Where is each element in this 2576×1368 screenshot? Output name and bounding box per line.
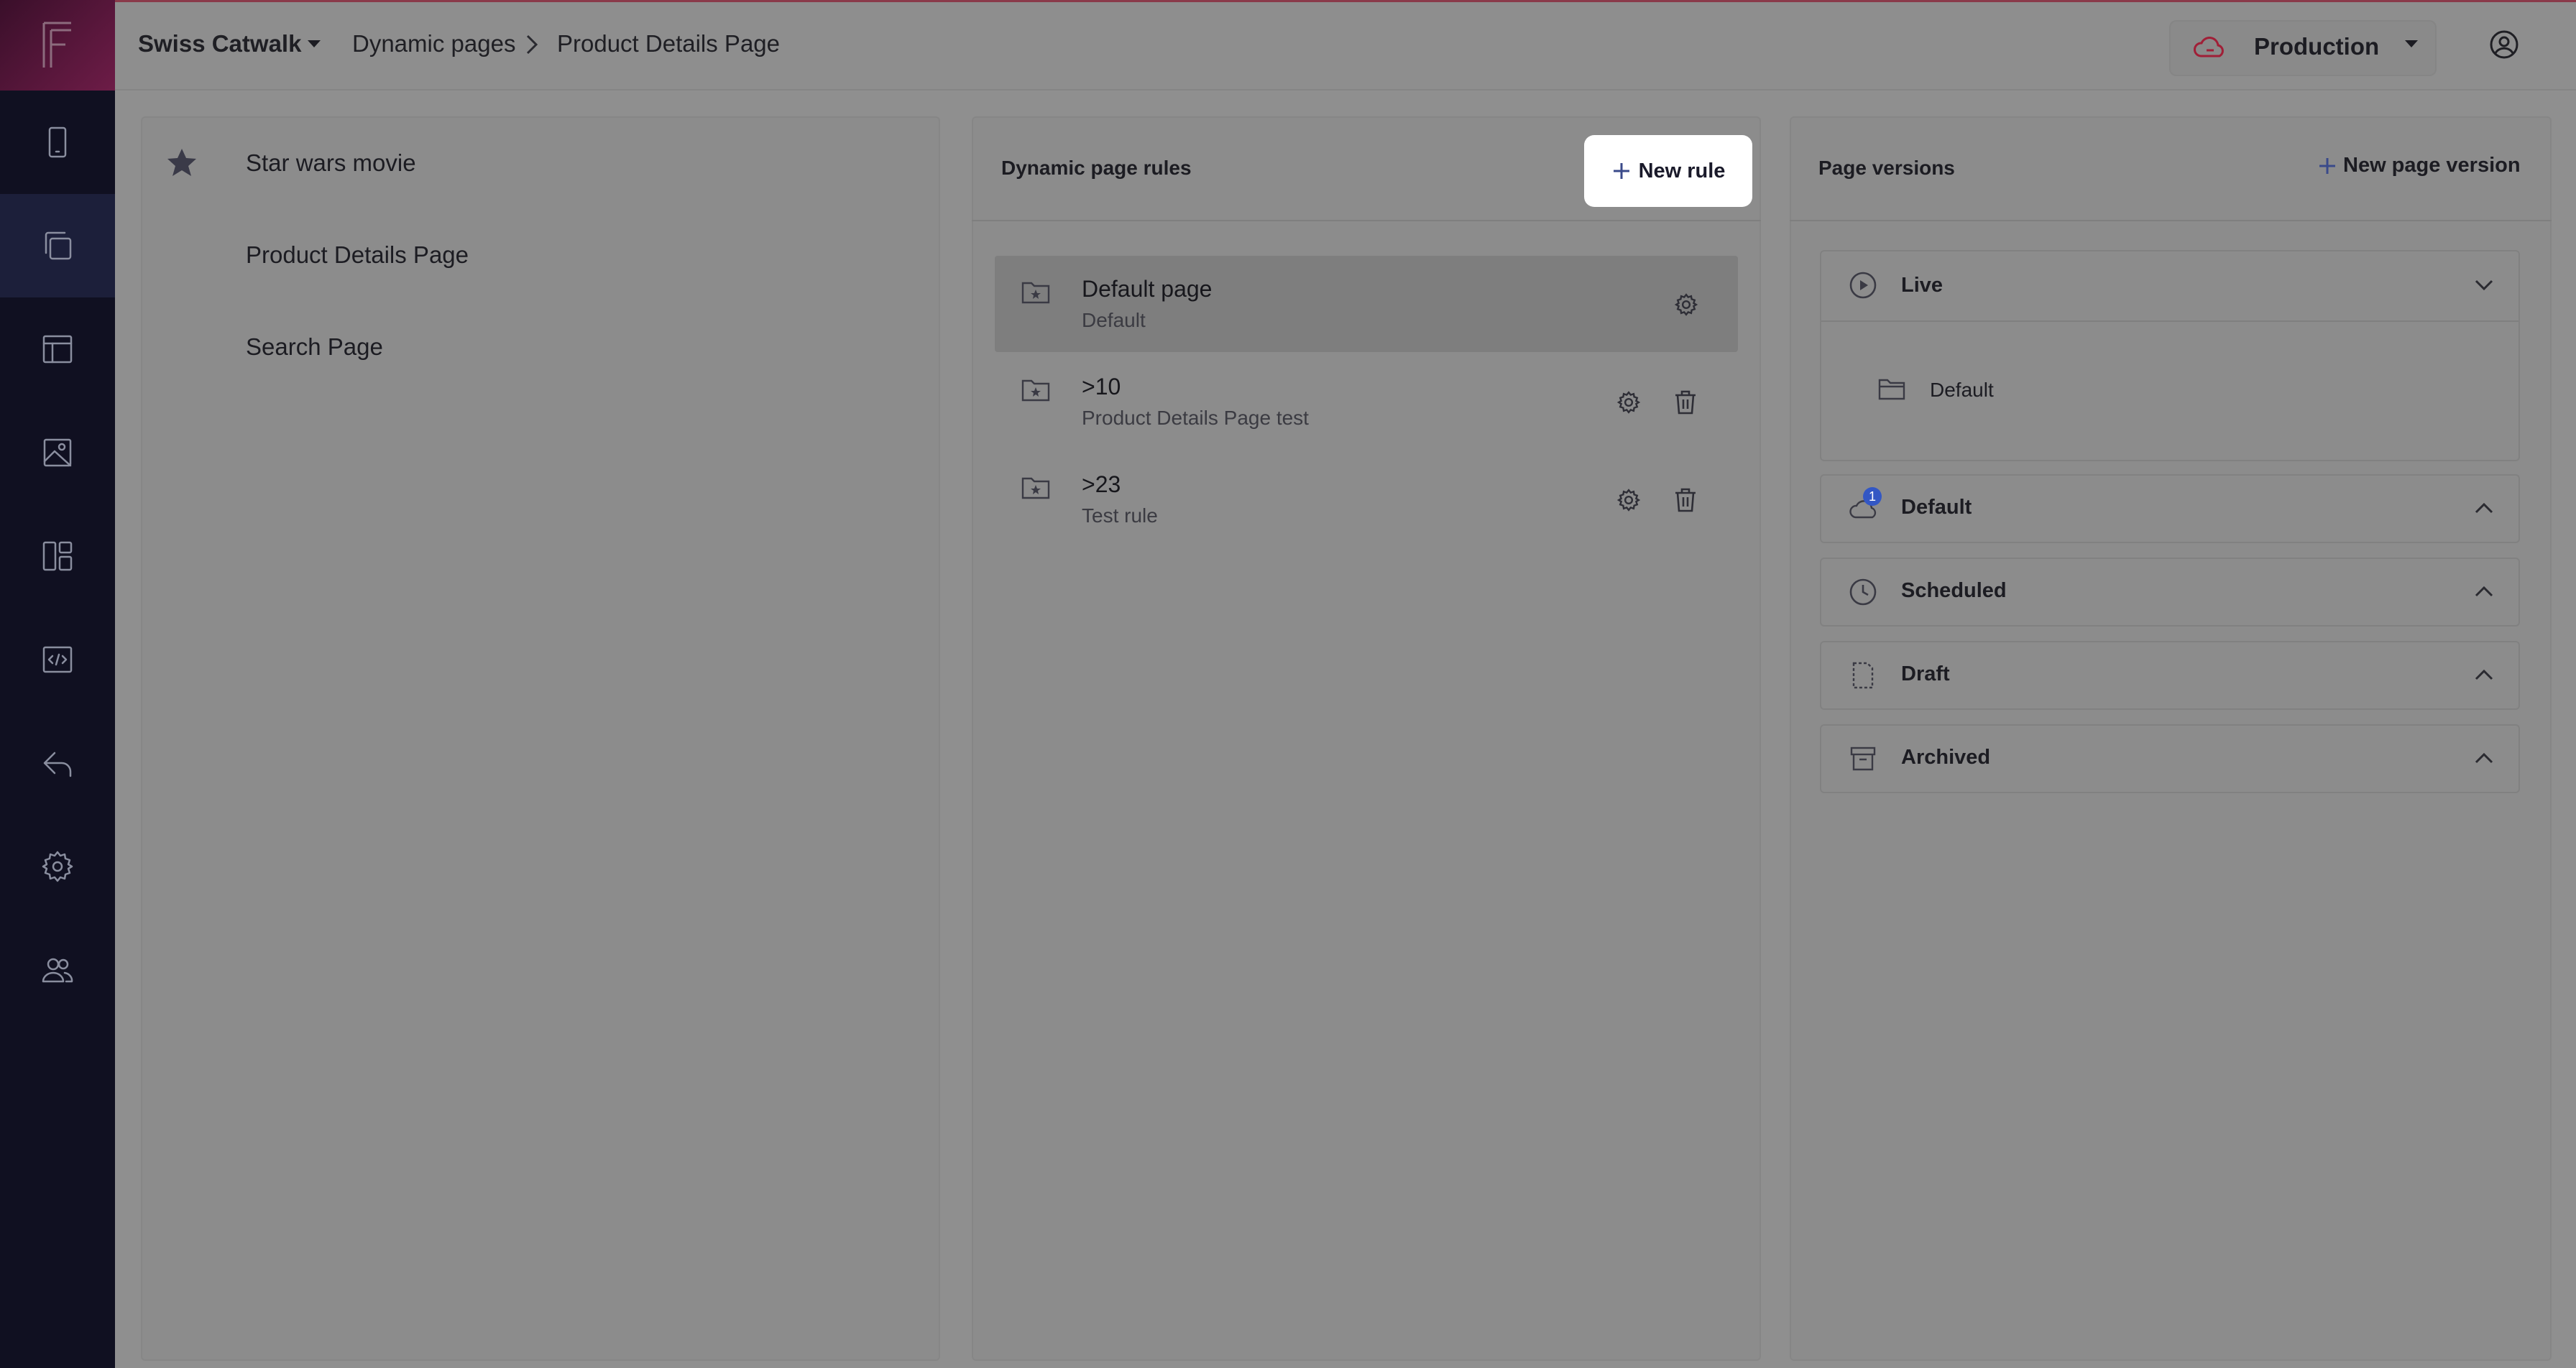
rule-subtitle: Product Details Page test	[1082, 407, 1309, 429]
rule-title: >23	[1082, 471, 1121, 497]
divider	[972, 220, 1761, 221]
rule-title: >10	[1082, 374, 1121, 399]
default-section-header: Default	[1901, 496, 1972, 519]
nav-developer[interactable]	[0, 608, 115, 711]
trash-icon[interactable]	[1673, 389, 1698, 415]
archive-box-icon	[1850, 747, 1876, 771]
draft-file-icon	[1852, 662, 1874, 689]
breadcrumb-current: Product Details Page	[557, 30, 781, 57]
new-rule-button[interactable]: New rule	[1584, 135, 1752, 207]
caret-down-icon[interactable]	[306, 39, 322, 49]
users-icon	[42, 958, 73, 983]
page-item[interactable]: Search Page	[246, 333, 383, 361]
play-circle-icon	[1849, 272, 1877, 299]
breadcrumb-dynamic-pages[interactable]: Dynamic pages	[352, 30, 515, 57]
nav-settings[interactable]	[0, 815, 115, 918]
clock-icon	[1849, 578, 1877, 606]
chevron-up-icon[interactable]	[2474, 585, 2494, 598]
image-icon	[43, 438, 72, 467]
folder-icon	[1878, 379, 1905, 400]
star-icon[interactable]	[165, 147, 198, 178]
reply-icon	[43, 752, 72, 777]
nav-components[interactable]	[0, 504, 115, 608]
gear-icon[interactable]	[1616, 487, 1642, 513]
trash-icon[interactable]	[1673, 487, 1698, 513]
rule-subtitle: Test rule	[1082, 504, 1158, 527]
code-icon	[42, 646, 73, 673]
app-logo[interactable]	[0, 0, 115, 91]
archived-section-header: Archived	[1901, 746, 1991, 769]
project-selector[interactable]: Swiss Catwalk	[138, 30, 301, 57]
chevron-right-icon	[526, 34, 538, 55]
draft-section-header: Draft	[1901, 662, 1950, 685]
user-profile-icon[interactable]	[2488, 29, 2520, 60]
chevron-down-icon[interactable]	[2474, 279, 2494, 292]
nav-pages[interactable]	[0, 194, 115, 297]
chevron-up-icon[interactable]	[2474, 502, 2494, 514]
plus-icon	[2319, 157, 2335, 174]
gear-icon[interactable]	[1673, 292, 1699, 318]
rules-panel-title: Dynamic page rules	[1001, 157, 1192, 179]
folder-star-icon	[1021, 379, 1050, 402]
new-rule-label: New rule	[1638, 159, 1726, 182]
versions-panel-title: Page versions	[1818, 157, 1955, 179]
layout-icon	[42, 335, 73, 364]
divider	[1790, 220, 2552, 221]
chevron-up-icon[interactable]	[2474, 752, 2494, 764]
caret-down-icon[interactable]	[2404, 39, 2419, 49]
folder-star-icon	[1021, 477, 1050, 499]
nav-users[interactable]	[0, 918, 115, 1022]
environment-label: Production	[2254, 33, 2380, 60]
chevron-up-icon[interactable]	[2474, 668, 2494, 681]
nav-redirects[interactable]	[0, 711, 115, 815]
sidebar	[0, 0, 115, 1368]
scheduled-section-header: Scheduled	[1901, 579, 2007, 602]
new-page-version-button[interactable]: New page version	[2317, 154, 2521, 177]
page-item[interactable]: Star wars movie	[246, 149, 416, 177]
gear-icon[interactable]	[1616, 389, 1642, 415]
rule-item-selected[interactable]	[995, 256, 1738, 352]
folder-star-icon	[1021, 282, 1050, 304]
nav-devices[interactable]	[0, 91, 115, 194]
phone-icon	[48, 126, 67, 158]
live-version-item[interactable]: Default	[1930, 379, 1994, 402]
cloud-icon	[2194, 37, 2224, 57]
nav-layouts[interactable]	[0, 297, 115, 401]
nav-media[interactable]	[0, 401, 115, 504]
rule-title: Default page	[1082, 276, 1213, 302]
rule-subtitle: Default	[1082, 309, 1146, 331]
page-item[interactable]: Product Details Page	[246, 241, 469, 269]
new-page-version-label: New page version	[2343, 154, 2521, 177]
live-section-header[interactable]: Live	[1901, 274, 1943, 297]
divider	[1821, 320, 2518, 322]
pages-panel	[141, 116, 940, 1361]
gear-icon	[42, 851, 73, 882]
plus-icon	[1613, 163, 1629, 179]
dashboard-icon	[42, 541, 73, 571]
copy-pages-icon	[45, 231, 72, 260]
count-badge: 1	[1863, 487, 1882, 506]
logo-icon	[42, 22, 71, 68]
